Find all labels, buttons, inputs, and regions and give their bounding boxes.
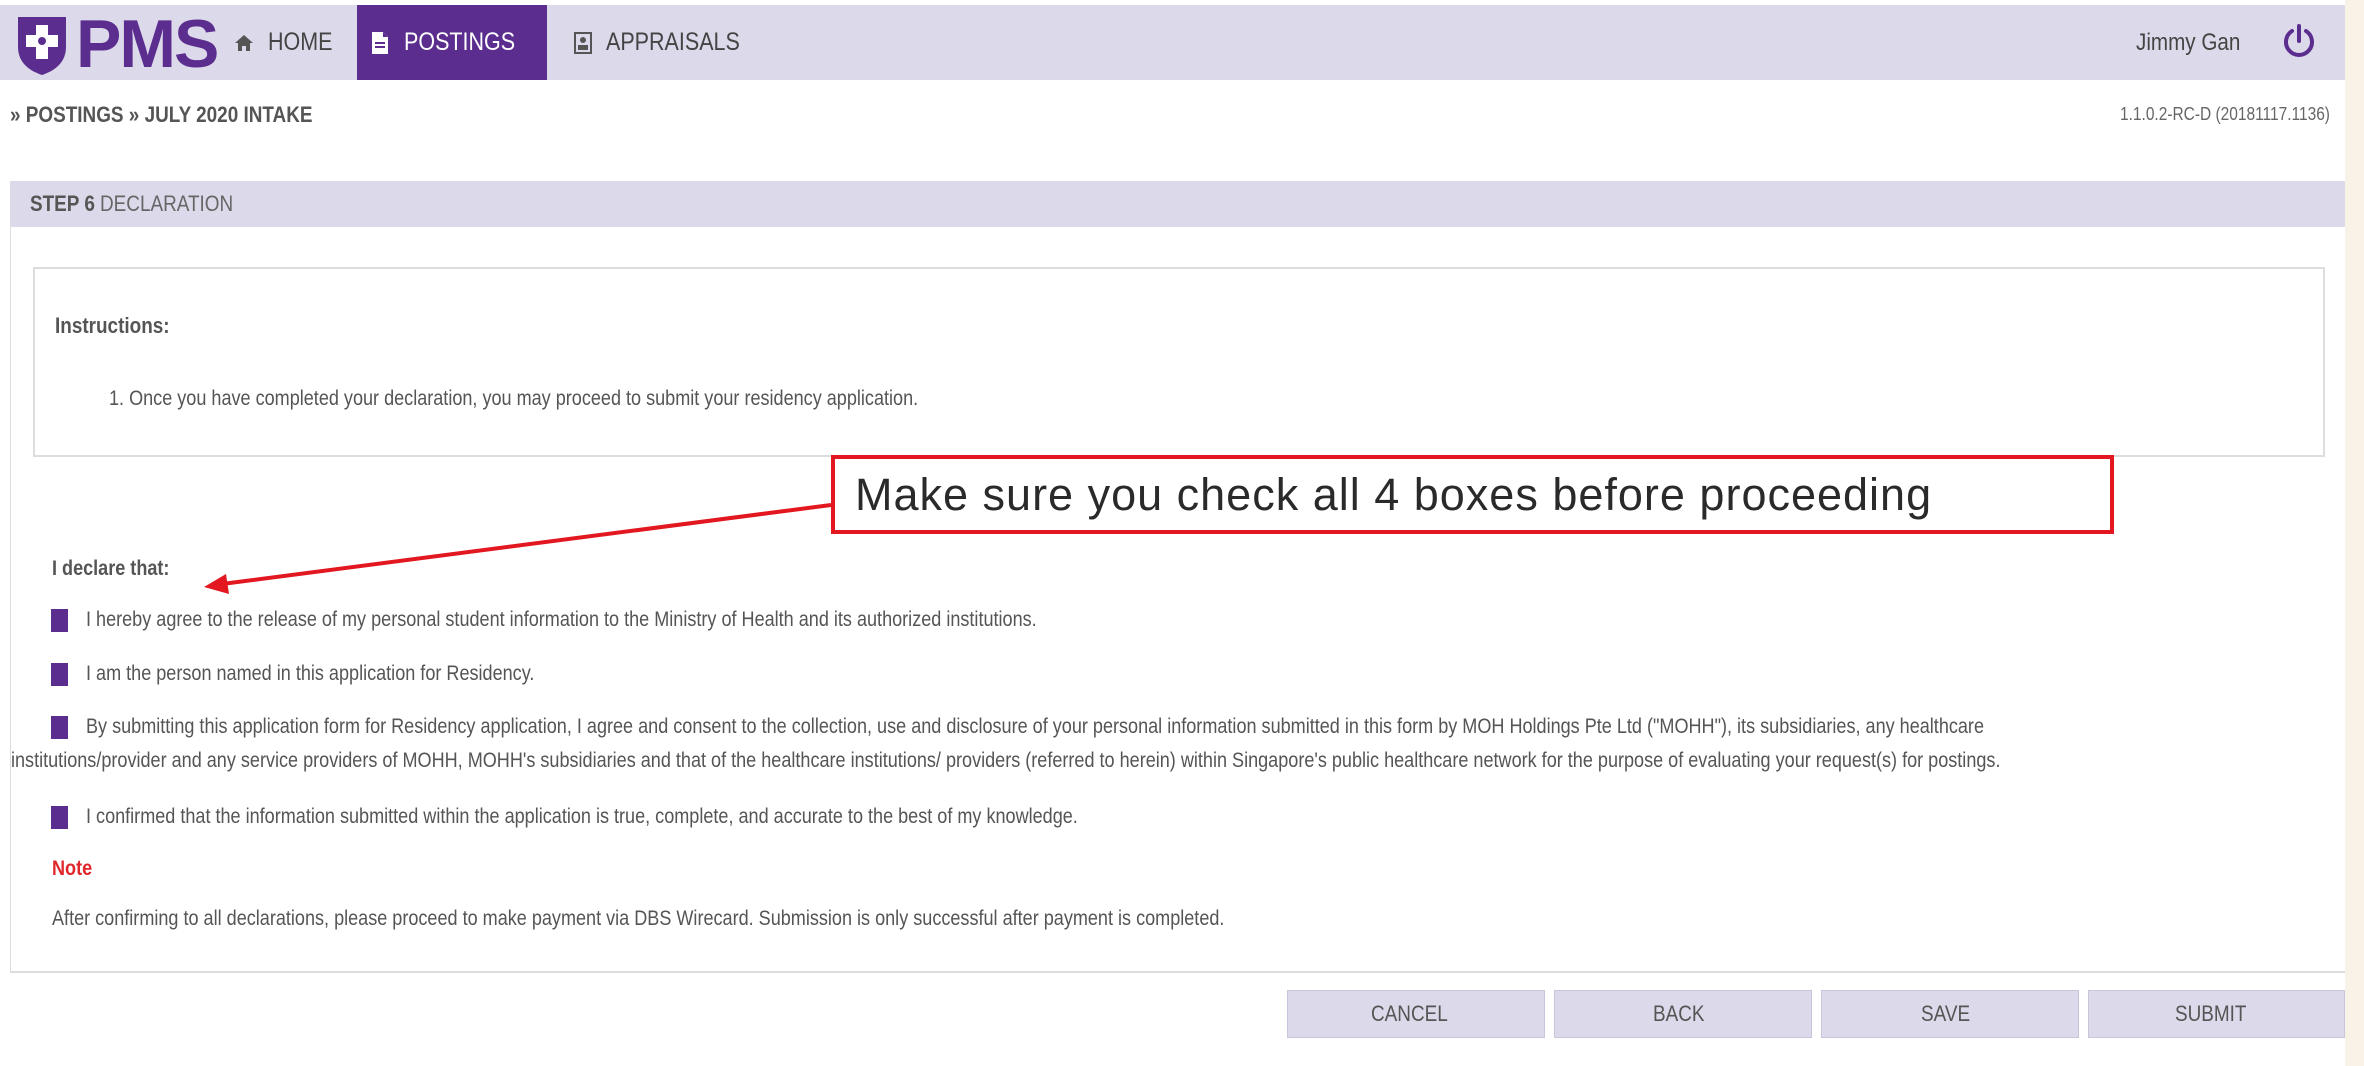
declaration-checkbox-4[interactable] [51, 805, 68, 829]
declaration-checkbox-3[interactable] [51, 715, 68, 739]
user-name[interactable]: Jimmy Gan [2136, 5, 2257, 80]
instructions-title: Instructions: [55, 313, 170, 338]
declaration-checkbox-1[interactable] [51, 608, 68, 632]
brand-name: PMS [76, 6, 219, 82]
submit-button[interactable]: SUBMIT [2088, 990, 2345, 1038]
version-label: 1.1.0.2-RC-D (20181117.1136) [2119, 104, 2330, 124]
declaration-item: By submitting this application form for … [51, 715, 2293, 739]
nav-tab-postings-label: POSTINGS [404, 28, 516, 56]
page-edge-strip [2345, 0, 2364, 1066]
declaration-text-3: By submitting this application form for … [86, 715, 1984, 738]
declaration-item: I hereby agree to the release of my pers… [51, 608, 1191, 632]
step-number: STEP 6 [30, 191, 95, 216]
declaration-title: I declare that: [52, 557, 170, 580]
nav-tab-home[interactable]: HOME [234, 5, 343, 80]
nav-tab-postings[interactable]: POSTINGS [357, 5, 547, 80]
cancel-button[interactable]: CANCEL [1287, 990, 1545, 1038]
nav-tab-appraisals[interactable]: APPRAISALS [574, 5, 762, 80]
declaration-text-2: I am the person named in this applicatio… [86, 662, 535, 685]
note-text: After confirming to all declarations, pl… [52, 907, 1225, 930]
back-button[interactable]: BACK [1554, 990, 1812, 1038]
note-link[interactable]: Note [52, 857, 99, 881]
breadcrumb: » POSTINGS » JULY 2020 INTAKE [10, 102, 313, 127]
annotation-text: Make sure you check all 4 boxes before p… [855, 468, 1933, 520]
declaration-text-3-continued: institutions/provider and any service pr… [11, 749, 2001, 772]
power-icon[interactable] [2281, 23, 2317, 59]
home-icon [235, 34, 253, 51]
nav-tab-home-label: HOME [268, 28, 333, 56]
top-navbar: PMS HOME POSTINGS APPRAISALS Jimmy Gan [0, 0, 2345, 82]
step-header: STEP 6 DECLARATION [10, 181, 2345, 227]
declaration-text-1: I hereby agree to the release of my pers… [86, 608, 1037, 631]
instructions-item: 1. Once you have completed your declarat… [109, 387, 919, 410]
step-title: DECLARATION [100, 191, 234, 216]
declaration-item: I confirmed that the information submitt… [51, 805, 1239, 829]
nav-tab-appraisals-label: APPRAISALS [606, 28, 740, 56]
declaration-panel: Instructions: 1. Once you have completed… [10, 227, 2345, 973]
declaration-checkbox-2[interactable] [51, 662, 68, 686]
document-icon [372, 31, 389, 54]
declaration-item: I am the person named in this applicatio… [51, 662, 607, 686]
id-card-icon [574, 31, 592, 54]
declaration-text-4: I confirmed that the information submitt… [86, 805, 1078, 828]
instructions-box: Instructions: 1. Once you have completed… [33, 267, 2325, 457]
save-button[interactable]: SAVE [1821, 990, 2079, 1038]
shield-logo-icon [18, 17, 66, 75]
annotation-callout: Make sure you check all 4 boxes before p… [831, 455, 2114, 534]
